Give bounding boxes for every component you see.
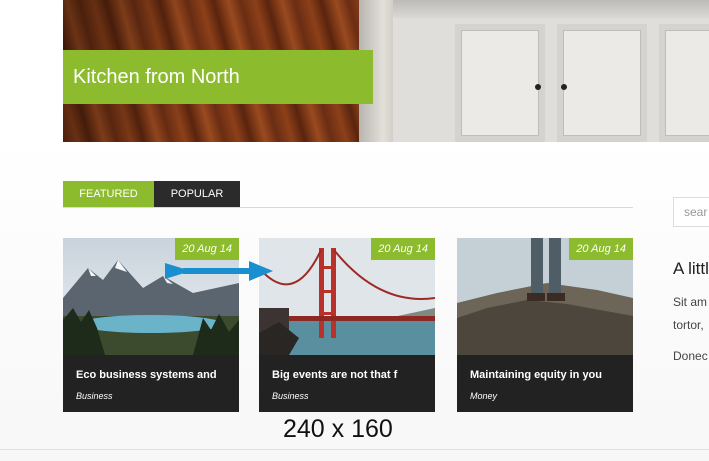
hero-cabinet-top <box>393 0 709 18</box>
sidebar-heading: A littl <box>673 259 709 278</box>
post-category[interactable]: Money <box>470 391 497 401</box>
date-badge: 20 Aug 14 <box>175 238 239 260</box>
hero-title[interactable]: Kitchen from North <box>63 50 373 104</box>
post-title[interactable]: Eco business systems and <box>76 369 217 381</box>
tab-bar: FEATURED POPULAR <box>63 181 240 207</box>
tab-divider <box>63 207 633 208</box>
cabinet-door <box>557 24 647 142</box>
date-badge: 20 Aug 14 <box>371 238 435 260</box>
footer-divider <box>0 449 709 450</box>
image-size-caption: 240 x 160 <box>283 415 393 443</box>
post-category[interactable]: Business <box>272 391 309 401</box>
tab-popular[interactable]: POPULAR <box>154 181 240 207</box>
post-category[interactable]: Business <box>76 391 113 401</box>
post-card[interactable]: 20 Aug 14 Big events are not that f Busi… <box>259 238 435 412</box>
annotation-arrow-icon <box>165 261 273 281</box>
post-title[interactable]: Maintaining equity in you <box>470 369 602 381</box>
sidebar-text-line: Donec <box>673 349 708 363</box>
date-badge: 20 Aug 14 <box>569 238 633 260</box>
cabinet-door <box>455 24 545 142</box>
tab-featured[interactable]: FEATURED <box>63 181 154 207</box>
search-input[interactable]: sear <box>673 197 709 227</box>
sidebar-text-line: Sit am <box>673 295 708 309</box>
cabinet-door <box>659 24 709 142</box>
post-title[interactable]: Big events are not that f <box>272 369 397 381</box>
sidebar-text-line: tortor, <box>673 318 704 332</box>
post-card[interactable]: 20 Aug 14 Maintaining equity in you Mone… <box>457 238 633 412</box>
